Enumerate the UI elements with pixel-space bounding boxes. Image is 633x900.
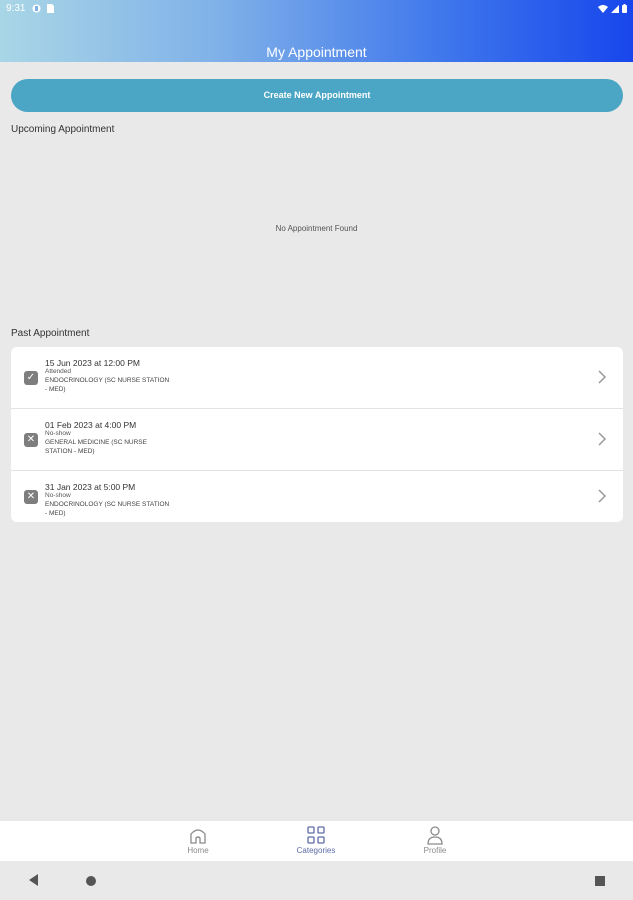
appointment-date: 01 Feb 2023 at 4:00 PM — [45, 420, 137, 430]
home-circle-icon[interactable] — [86, 876, 96, 886]
empty-state-message: No Appointment Found — [275, 224, 358, 233]
app-notification-icon — [32, 4, 41, 13]
page-title: My Appointment — [266, 44, 367, 60]
wifi-icon — [598, 4, 608, 13]
sim-card-icon — [47, 4, 54, 13]
nav-home-label: Home — [187, 846, 209, 855]
status-system-icons — [598, 4, 627, 13]
upcoming-section-label: Upcoming Appointment — [11, 124, 115, 135]
status-time: 9:31 — [6, 3, 26, 14]
cross-icon: ✕ — [24, 490, 38, 504]
past-appointment-list: ✓ 15 Jun 2023 at 12:00 PM Attended ENDOC… — [11, 347, 623, 522]
nav-categories-label: Categories — [296, 846, 336, 855]
system-navigation-bar — [0, 861, 633, 900]
past-section-label: Past Appointment — [11, 328, 90, 339]
appointment-status: No-show — [45, 430, 71, 437]
bottom-navigation: Home Categories Profile — [0, 821, 633, 861]
appointment-details: 01 Feb 2023 at 4:00 PM No-show GENERAL M… — [45, 420, 215, 456]
appointment-department: GENERAL MEDICINE (SC NURSE — [45, 439, 147, 446]
battery-icon — [622, 4, 627, 13]
create-appointment-button[interactable]: Create New Appointment — [11, 79, 623, 112]
recents-icon[interactable] — [595, 876, 605, 886]
appointment-row[interactable]: ✓ 15 Jun 2023 at 12:00 PM Attended ENDOC… — [11, 347, 623, 409]
appointment-department: ENDOCRINOLOGY (SC NURSE STATION — [45, 501, 170, 508]
appointment-department-cont: - MED) — [45, 510, 66, 517]
nav-home[interactable]: Home — [158, 825, 238, 855]
app-header: 9:31 My Appointment — [0, 0, 633, 62]
appointment-row[interactable]: ✕ 31 Jan 2023 at 5:00 PM No-show ENDOCRI… — [11, 471, 623, 522]
appointment-details: 15 Jun 2023 at 12:00 PM Attended ENDOCRI… — [45, 358, 215, 394]
status-notification-icons — [32, 4, 54, 13]
chevron-right-icon — [598, 432, 607, 446]
appointment-date: 15 Jun 2023 at 12:00 PM — [45, 358, 140, 368]
appointment-status: No-show — [45, 492, 71, 499]
back-icon[interactable] — [29, 874, 38, 886]
appointment-details: 31 Jan 2023 at 5:00 PM No-show ENDOCRINO… — [45, 482, 215, 518]
status-bar: 9:31 — [0, 0, 633, 18]
chevron-right-icon — [598, 489, 607, 503]
categories-icon — [307, 826, 325, 844]
nav-profile[interactable]: Profile — [395, 825, 475, 855]
chevron-right-icon — [598, 370, 607, 384]
profile-icon — [427, 826, 443, 845]
cross-icon: ✕ — [24, 433, 38, 447]
appointment-department-cont: STATION - MED) — [45, 448, 95, 455]
appointment-status: Attended — [45, 368, 72, 375]
nav-profile-label: Profile — [423, 846, 447, 855]
home-icon — [190, 829, 206, 844]
appointment-row[interactable]: ✕ 01 Feb 2023 at 4:00 PM No-show GENERAL… — [11, 409, 623, 471]
appointment-department-cont: - MED) — [45, 386, 66, 393]
nav-categories[interactable]: Categories — [276, 825, 356, 855]
check-icon: ✓ — [24, 371, 38, 385]
appointment-department: ENDOCRINOLOGY (SC NURSE STATION — [45, 377, 170, 384]
appointment-date: 31 Jan 2023 at 5:00 PM — [45, 482, 136, 492]
signal-icon — [611, 4, 619, 13]
